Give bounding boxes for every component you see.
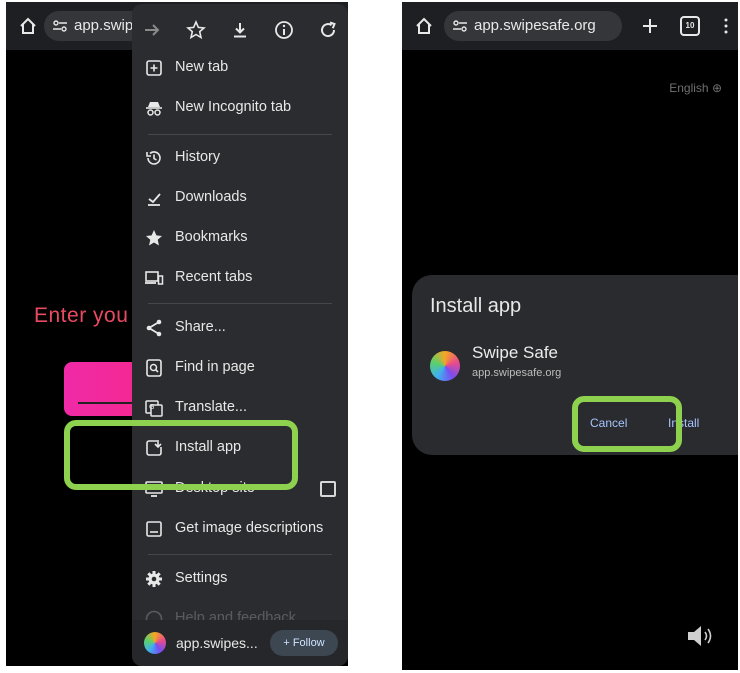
menu-item-find-in-page[interactable]: Find in page bbox=[132, 349, 348, 387]
more-menu-icon[interactable] bbox=[722, 16, 730, 36]
cancel-highlight bbox=[572, 396, 682, 452]
page-prompt-text: Enter you bbox=[34, 304, 129, 327]
follow-button[interactable]: + Follow bbox=[270, 630, 338, 656]
download-icon bbox=[148, 193, 161, 206]
menu-item-label: History bbox=[175, 149, 221, 165]
menu-item-settings[interactable]: Settings bbox=[132, 560, 348, 598]
address-text: app.swipesafe.org bbox=[474, 17, 596, 34]
menu-item-new-incognito-tab[interactable]: New Incognito tab bbox=[132, 89, 348, 127]
info-icon[interactable] bbox=[274, 20, 294, 40]
menu-divider bbox=[148, 303, 332, 304]
globe-icon: ⊕ bbox=[711, 81, 722, 95]
menu-item-label: Settings bbox=[175, 570, 228, 586]
menu-item-bookmarks[interactable]: Bookmarks bbox=[132, 219, 348, 257]
share-icon bbox=[146, 319, 162, 337]
left-phone-screen: app.swip Enter you New tab New Incognito… bbox=[6, 2, 348, 666]
desktop-site-checkbox[interactable] bbox=[320, 481, 336, 497]
dialog-title: Install app bbox=[430, 295, 522, 317]
plus-square-icon bbox=[146, 60, 162, 76]
site-settings-icon[interactable] bbox=[453, 20, 467, 32]
language-label: English bbox=[669, 81, 709, 95]
menu-item-label: Downloads bbox=[175, 189, 247, 205]
right-phone-screen: app.swipesafe.org 10 English ⊕ Install a… bbox=[402, 2, 738, 670]
menu-item-downloads[interactable]: Downloads bbox=[132, 179, 348, 217]
download-page-icon[interactable] bbox=[230, 20, 250, 40]
svg-text:G: G bbox=[149, 403, 154, 411]
history-icon bbox=[146, 151, 161, 165]
translate-icon: G bbox=[145, 400, 163, 417]
incognito-icon bbox=[146, 102, 162, 116]
install-app-highlight bbox=[64, 420, 298, 490]
home-icon[interactable] bbox=[18, 16, 38, 36]
site-settings-icon[interactable] bbox=[53, 20, 67, 32]
new-tab-plus-icon[interactable] bbox=[640, 16, 660, 36]
menu-item-recent-tabs[interactable]: Recent tabs bbox=[132, 259, 348, 297]
address-text: app.swip bbox=[74, 17, 134, 34]
browser-menu: New tab New Incognito tab History Downlo… bbox=[132, 4, 348, 666]
language-selector[interactable]: English ⊕ bbox=[669, 81, 722, 95]
menu-item-label: New tab bbox=[175, 59, 229, 75]
menu-divider bbox=[148, 134, 332, 135]
tab-switcher-button[interactable]: 10 bbox=[680, 16, 700, 36]
home-icon[interactable] bbox=[414, 16, 434, 36]
menu-divider bbox=[148, 554, 332, 555]
app-logo-icon bbox=[430, 351, 460, 381]
app-url: app.swipesafe.org bbox=[472, 367, 562, 379]
app-name: Swipe Safe bbox=[472, 343, 558, 362]
image-icon bbox=[146, 521, 162, 537]
footer-site-name: app.swipes... bbox=[176, 635, 258, 651]
menu-item-label: Bookmarks bbox=[175, 229, 248, 245]
star-icon bbox=[146, 230, 162, 246]
menu-item-get-image-descriptions[interactable]: Get image descriptions bbox=[132, 510, 348, 548]
forward-icon[interactable] bbox=[142, 20, 162, 40]
divider bbox=[78, 402, 138, 404]
reload-icon[interactable] bbox=[318, 20, 338, 40]
menu-item-label: Recent tabs bbox=[175, 269, 253, 285]
gear-icon bbox=[146, 571, 162, 587]
menu-item-history[interactable]: History bbox=[132, 139, 348, 177]
site-logo-icon bbox=[144, 632, 166, 654]
menu-item-label: Find in page bbox=[175, 359, 255, 375]
menu-item-share[interactable]: Share... bbox=[132, 309, 348, 347]
devices-icon bbox=[145, 271, 164, 285]
find-icon bbox=[146, 359, 162, 377]
menu-item-label: Get image descriptions bbox=[175, 520, 324, 536]
menu-item-label: Share... bbox=[175, 319, 226, 335]
bookmark-star-icon[interactable] bbox=[186, 20, 206, 40]
menu-item-label: Translate... bbox=[175, 399, 247, 415]
speaker-icon[interactable] bbox=[686, 624, 716, 648]
menu-footer: app.swipes... + Follow bbox=[132, 620, 348, 666]
menu-item-new-tab[interactable]: New tab bbox=[132, 49, 348, 87]
menu-item-label: New Incognito tab bbox=[175, 99, 292, 115]
address-bar[interactable]: app.swipesafe.org bbox=[444, 11, 622, 41]
browser-toolbar: app.swipesafe.org 10 bbox=[402, 2, 738, 50]
